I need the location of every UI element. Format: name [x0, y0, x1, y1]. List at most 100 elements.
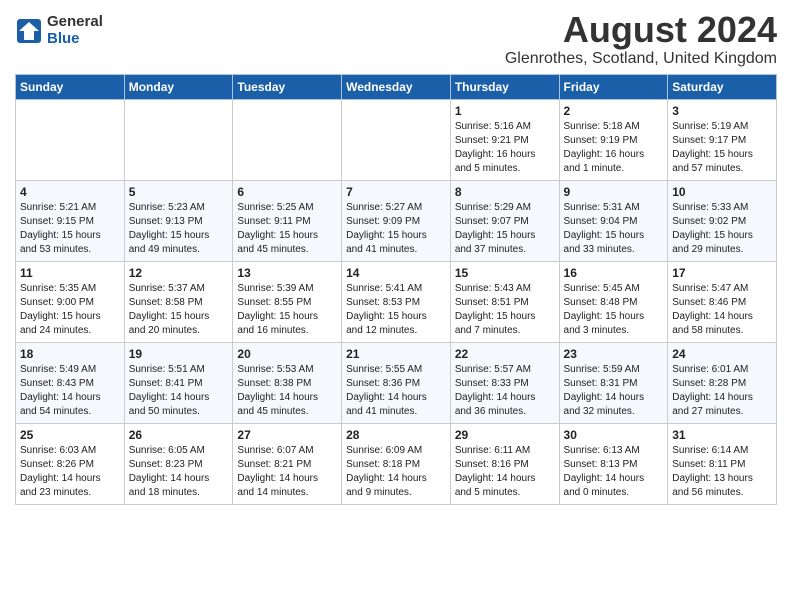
calendar-cell [233, 99, 342, 180]
day-number: 10 [672, 185, 772, 199]
day-info: Sunrise: 6:09 AM Sunset: 8:18 PM Dayligh… [346, 444, 446, 500]
week-row-3: 11 Sunrise: 5:35 AM Sunset: 9:00 PM Dayli… [16, 261, 777, 342]
calendar-cell: 26 Sunrise: 6:05 AM Sunset: 8:23 PM Dayli… [124, 423, 233, 504]
day-number: 29 [455, 428, 555, 442]
day-number: 4 [20, 185, 120, 199]
main-title: August 2024 [505, 10, 777, 50]
calendar-cell: 6 Sunrise: 5:25 AM Sunset: 9:11 PM Daylig… [233, 180, 342, 261]
day-number: 18 [20, 347, 120, 361]
calendar-cell: 14 Sunrise: 5:41 AM Sunset: 8:53 PM Dayli… [342, 261, 451, 342]
calendar-cell: 11 Sunrise: 5:35 AM Sunset: 9:00 PM Dayli… [16, 261, 125, 342]
day-number: 2 [564, 104, 664, 118]
day-info: Sunrise: 5:51 AM Sunset: 8:41 PM Dayligh… [129, 363, 229, 419]
calendar-cell: 16Sunrise: 5:45 AM Sunset: 8:48 PM Dayli… [559, 261, 668, 342]
calendar-cell: 12 Sunrise: 5:37 AM Sunset: 8:58 PM Dayli… [124, 261, 233, 342]
day-info: Sunrise: 5:57 AM Sunset: 8:33 PM Dayligh… [455, 363, 555, 419]
week-row-4: 18Sunrise: 5:49 AM Sunset: 8:43 PM Dayli… [16, 342, 777, 423]
col-header-thursday: Thursday [450, 74, 559, 99]
calendar-cell: 17 Sunrise: 5:47 AM Sunset: 8:46 PM Dayli… [668, 261, 777, 342]
calendar-cell: 30 Sunrise: 6:13 AM Sunset: 8:13 PM Dayli… [559, 423, 668, 504]
calendar-cell: 25 Sunrise: 6:03 AM Sunset: 8:26 PM Dayli… [16, 423, 125, 504]
day-number: 14 [346, 266, 446, 280]
day-info: Sunrise: 5:27 AM Sunset: 9:09 PM Dayligh… [346, 201, 446, 257]
day-info: Sunrise: 6:03 AM Sunset: 8:26 PM Dayligh… [20, 444, 120, 500]
calendar-cell: 7 Sunrise: 5:27 AM Sunset: 9:09 PM Daylig… [342, 180, 451, 261]
calendar-body: 1Sunrise: 5:16 AM Sunset: 9:21 PM Daylig… [16, 99, 777, 504]
col-header-sunday: Sunday [16, 74, 125, 99]
day-info: Sunrise: 5:35 AM Sunset: 9:00 PM Dayligh… [20, 282, 120, 338]
day-number: 9 [564, 185, 664, 199]
day-number: 30 [564, 428, 664, 442]
day-info: Sunrise: 5:25 AM Sunset: 9:11 PM Dayligh… [237, 201, 337, 257]
day-info: Sunrise: 5:45 AM Sunset: 8:48 PM Dayligh… [564, 282, 664, 338]
calendar-cell: 2Sunrise: 5:18 AM Sunset: 9:19 PM Daylig… [559, 99, 668, 180]
day-number: 27 [237, 428, 337, 442]
day-info: Sunrise: 6:05 AM Sunset: 8:23 PM Dayligh… [129, 444, 229, 500]
day-info: Sunrise: 6:01 AM Sunset: 8:28 PM Dayligh… [672, 363, 772, 419]
day-info: Sunrise: 5:53 AM Sunset: 8:38 PM Dayligh… [237, 363, 337, 419]
day-number: 11 [20, 266, 120, 280]
day-number: 26 [129, 428, 229, 442]
subtitle: Glenrothes, Scotland, United Kingdom [505, 50, 777, 68]
calendar-cell [124, 99, 233, 180]
calendar-cell: 27Sunrise: 6:07 AM Sunset: 8:21 PM Dayli… [233, 423, 342, 504]
col-header-wednesday: Wednesday [342, 74, 451, 99]
calendar-cell: 18Sunrise: 5:49 AM Sunset: 8:43 PM Dayli… [16, 342, 125, 423]
day-info: Sunrise: 6:11 AM Sunset: 8:16 PM Dayligh… [455, 444, 555, 500]
day-number: 7 [346, 185, 446, 199]
day-info: Sunrise: 5:19 AM Sunset: 9:17 PM Dayligh… [672, 120, 772, 176]
calendar-cell: 28Sunrise: 6:09 AM Sunset: 8:18 PM Dayli… [342, 423, 451, 504]
calendar-cell: 9Sunrise: 5:31 AM Sunset: 9:04 PM Daylig… [559, 180, 668, 261]
day-number: 24 [672, 347, 772, 361]
day-info: Sunrise: 5:55 AM Sunset: 8:36 PM Dayligh… [346, 363, 446, 419]
day-number: 31 [672, 428, 772, 442]
day-info: Sunrise: 5:21 AM Sunset: 9:15 PM Dayligh… [20, 201, 120, 257]
day-info: Sunrise: 6:14 AM Sunset: 8:11 PM Dayligh… [672, 444, 772, 500]
calendar-cell [342, 99, 451, 180]
logo-icon [15, 17, 43, 45]
calendar-cell: 23Sunrise: 5:59 AM Sunset: 8:31 PM Dayli… [559, 342, 668, 423]
col-header-tuesday: Tuesday [233, 74, 342, 99]
day-number: 22 [455, 347, 555, 361]
day-info: Sunrise: 5:29 AM Sunset: 9:07 PM Dayligh… [455, 201, 555, 257]
calendar-cell: 3 Sunrise: 5:19 AM Sunset: 9:17 PM Daylig… [668, 99, 777, 180]
header: General Blue August 2024 Glenrothes, Sco… [15, 10, 777, 68]
day-number: 17 [672, 266, 772, 280]
day-number: 12 [129, 266, 229, 280]
day-number: 25 [20, 428, 120, 442]
calendar-cell: 20 Sunrise: 5:53 AM Sunset: 8:38 PM Dayli… [233, 342, 342, 423]
calendar-cell: 15 Sunrise: 5:43 AM Sunset: 8:51 PM Dayli… [450, 261, 559, 342]
day-info: Sunrise: 5:41 AM Sunset: 8:53 PM Dayligh… [346, 282, 446, 338]
title-area: August 2024 Glenrothes, Scotland, United… [505, 10, 777, 68]
calendar-cell: 22 Sunrise: 5:57 AM Sunset: 8:33 PM Dayli… [450, 342, 559, 423]
calendar-cell: 1Sunrise: 5:16 AM Sunset: 9:21 PM Daylig… [450, 99, 559, 180]
day-info: Sunrise: 5:39 AM Sunset: 8:55 PM Dayligh… [237, 282, 337, 338]
day-info: Sunrise: 5:43 AM Sunset: 8:51 PM Dayligh… [455, 282, 555, 338]
week-row-1: 1Sunrise: 5:16 AM Sunset: 9:21 PM Daylig… [16, 99, 777, 180]
calendar-cell: 31 Sunrise: 6:14 AM Sunset: 8:11 PM Dayli… [668, 423, 777, 504]
calendar-cell: 24 Sunrise: 6:01 AM Sunset: 8:28 PM Dayli… [668, 342, 777, 423]
day-number: 23 [564, 347, 664, 361]
calendar-cell: 13 Sunrise: 5:39 AM Sunset: 8:55 PM Dayli… [233, 261, 342, 342]
day-info: Sunrise: 5:37 AM Sunset: 8:58 PM Dayligh… [129, 282, 229, 338]
day-number: 20 [237, 347, 337, 361]
calendar-cell [16, 99, 125, 180]
calendar-cell: 19 Sunrise: 5:51 AM Sunset: 8:41 PM Dayli… [124, 342, 233, 423]
col-header-saturday: Saturday [668, 74, 777, 99]
calendar-header: SundayMondayTuesdayWednesdayThursdayFrid… [16, 74, 777, 99]
week-row-2: 4 Sunrise: 5:21 AM Sunset: 9:15 PM Daylig… [16, 180, 777, 261]
day-number: 13 [237, 266, 337, 280]
day-info: Sunrise: 6:13 AM Sunset: 8:13 PM Dayligh… [564, 444, 664, 500]
day-number: 19 [129, 347, 229, 361]
calendar-cell: 21Sunrise: 5:55 AM Sunset: 8:36 PM Dayli… [342, 342, 451, 423]
calendar-table: SundayMondayTuesdayWednesdayThursdayFrid… [15, 74, 777, 505]
day-number: 3 [672, 104, 772, 118]
day-number: 6 [237, 185, 337, 199]
day-info: Sunrise: 5:47 AM Sunset: 8:46 PM Dayligh… [672, 282, 772, 338]
logo-blue-text: Blue [47, 31, 103, 48]
day-number: 15 [455, 266, 555, 280]
day-info: Sunrise: 5:23 AM Sunset: 9:13 PM Dayligh… [129, 201, 229, 257]
calendar-cell: 10Sunrise: 5:33 AM Sunset: 9:02 PM Dayli… [668, 180, 777, 261]
calendar-cell: 8Sunrise: 5:29 AM Sunset: 9:07 PM Daylig… [450, 180, 559, 261]
logo: General Blue [15, 14, 103, 47]
